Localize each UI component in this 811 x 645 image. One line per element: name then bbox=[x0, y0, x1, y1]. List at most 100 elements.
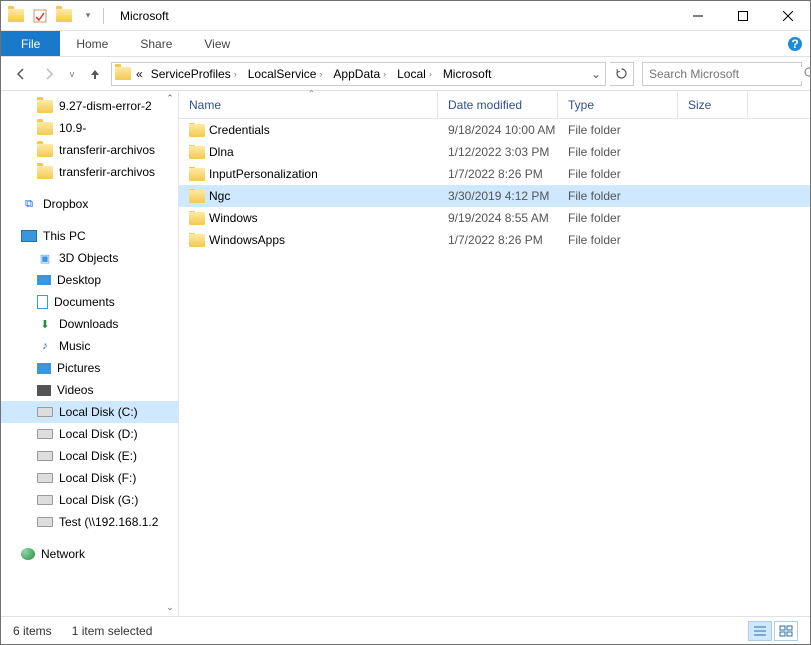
downloads-icon: ⬇ bbox=[37, 317, 53, 331]
tree-item[interactable]: Videos bbox=[1, 379, 178, 401]
titlebar: ▾ Microsoft bbox=[1, 1, 810, 31]
documents-icon bbox=[37, 295, 48, 309]
tree-item[interactable]: Desktop bbox=[1, 269, 178, 291]
forward-button[interactable] bbox=[37, 62, 61, 86]
file-name: Dlna bbox=[209, 145, 234, 159]
tree-item[interactable]: transferir-archivos bbox=[1, 139, 178, 161]
file-name: Credentials bbox=[209, 123, 270, 137]
pc-icon bbox=[21, 230, 37, 242]
tree-item[interactable]: ⧉ Dropbox bbox=[1, 193, 178, 215]
close-button[interactable] bbox=[765, 1, 810, 31]
qat-dropdown-icon[interactable]: ▾ bbox=[77, 5, 99, 27]
sort-indicator-icon: ⌃ bbox=[308, 89, 315, 98]
folder-icon bbox=[37, 100, 53, 113]
tree-item[interactable]: Local Disk (D:) bbox=[1, 423, 178, 445]
tree-item[interactable]: Local Disk (E:) bbox=[1, 445, 178, 467]
file-name: Ngc bbox=[209, 189, 230, 203]
col-date[interactable]: Date modified bbox=[438, 91, 558, 118]
breadcrumb-item[interactable]: ServiceProfiles› bbox=[145, 63, 242, 85]
file-row[interactable]: Ngc3/30/2019 4:12 PMFile folder bbox=[179, 185, 810, 207]
file-date: 3/30/2019 4:12 PM bbox=[438, 189, 558, 203]
address-bar[interactable]: « ServiceProfiles› LocalService› AppData… bbox=[111, 62, 606, 86]
folder-icon bbox=[37, 166, 53, 179]
tab-share[interactable]: Share bbox=[124, 31, 188, 56]
tree-item[interactable]: transferir-archivos bbox=[1, 161, 178, 183]
back-button[interactable] bbox=[9, 62, 33, 86]
tree-item[interactable]: Local Disk (C:) bbox=[1, 401, 178, 423]
tab-view[interactable]: View bbox=[188, 31, 246, 56]
tree-item[interactable]: Test (\\192.168.1.2 bbox=[1, 511, 178, 533]
qat-properties-icon[interactable] bbox=[29, 5, 51, 27]
qat-newfolder-icon[interactable] bbox=[53, 5, 75, 27]
file-name: WindowsApps bbox=[209, 233, 285, 247]
tree-label: This PC bbox=[43, 229, 86, 243]
search-box[interactable] bbox=[642, 62, 802, 86]
tree-item[interactable]: This PC bbox=[1, 225, 178, 247]
minimize-button[interactable] bbox=[675, 1, 720, 31]
tree-item[interactable]: Local Disk (F:) bbox=[1, 467, 178, 489]
file-row[interactable]: Dlna 1/12/2022 3:03 PMFile folder bbox=[179, 141, 810, 163]
address-folder-icon bbox=[112, 67, 134, 80]
svg-text:?: ? bbox=[791, 37, 798, 51]
col-name[interactable]: Name⌃ bbox=[179, 91, 438, 118]
file-date: 1/12/2022 3:03 PM bbox=[438, 145, 558, 159]
breadcrumb-item[interactable]: Microsoft bbox=[437, 63, 494, 85]
tab-file[interactable]: File bbox=[1, 31, 60, 56]
tree-item[interactable]: ▣3D Objects bbox=[1, 247, 178, 269]
breadcrumb-overflow[interactable]: « bbox=[134, 63, 145, 85]
tree-label: Videos bbox=[57, 383, 93, 397]
help-icon[interactable]: ? bbox=[780, 31, 810, 56]
folder-icon bbox=[189, 212, 205, 225]
tree-item[interactable]: Documents bbox=[1, 291, 178, 313]
address-dropdown-icon[interactable]: ⌄ bbox=[587, 67, 605, 81]
tree-label: Dropbox bbox=[43, 197, 88, 211]
col-size[interactable]: Size bbox=[678, 91, 748, 118]
tree-item[interactable]: Pictures bbox=[1, 357, 178, 379]
tree-item[interactable]: ♪Music bbox=[1, 335, 178, 357]
breadcrumb-item[interactable]: LocalService› bbox=[242, 63, 328, 85]
disk-icon bbox=[37, 517, 53, 527]
breadcrumb-item[interactable]: Local› bbox=[391, 63, 437, 85]
refresh-button[interactable] bbox=[610, 62, 634, 86]
file-date: 1/7/2022 8:26 PM bbox=[438, 233, 558, 247]
tree-label: Local Disk (G:) bbox=[59, 493, 138, 507]
3dobjects-icon: ▣ bbox=[37, 251, 53, 265]
tree-item[interactable]: 10.9- bbox=[1, 117, 178, 139]
file-name: InputPersonalization bbox=[209, 167, 318, 181]
file-row[interactable]: Windows9/19/2024 8:55 AMFile folder bbox=[179, 207, 810, 229]
tree-label: Downloads bbox=[59, 317, 118, 331]
file-type: File folder bbox=[558, 167, 678, 181]
tab-home[interactable]: Home bbox=[60, 31, 124, 56]
dropbox-icon: ⧉ bbox=[21, 197, 37, 211]
tree-item[interactable]: ⬇ Downloads bbox=[1, 313, 178, 335]
nav-tree[interactable]: 9.27-dism-error-210.9-transferir-archivo… bbox=[1, 91, 179, 616]
tree-label: transferir-archivos bbox=[59, 165, 155, 179]
tree-item[interactable]: 9.27-dism-error-2 bbox=[1, 95, 178, 117]
videos-icon bbox=[37, 385, 51, 396]
recent-dropdown[interactable]: v bbox=[65, 62, 79, 86]
tree-item[interactable]: Network bbox=[1, 543, 178, 565]
desktop-icon bbox=[37, 275, 51, 285]
tree-label: 9.27-dism-error-2 bbox=[59, 99, 152, 113]
view-details-button[interactable] bbox=[748, 621, 772, 641]
file-type: File folder bbox=[558, 145, 678, 159]
network-icon bbox=[21, 548, 35, 560]
qat-folder-icon[interactable] bbox=[5, 5, 27, 27]
file-row[interactable]: Credentials9/18/2024 10:00 AMFile folder bbox=[179, 119, 810, 141]
file-row[interactable]: WindowsApps1/7/2022 8:26 PMFile folder bbox=[179, 229, 810, 251]
up-button[interactable] bbox=[83, 62, 107, 86]
file-list[interactable]: Credentials9/18/2024 10:00 AMFile folder… bbox=[179, 119, 810, 616]
maximize-button[interactable] bbox=[720, 1, 765, 31]
tree-item[interactable]: Local Disk (G:) bbox=[1, 489, 178, 511]
tree-label: Local Disk (D:) bbox=[59, 427, 138, 441]
disk-icon bbox=[37, 495, 53, 505]
folder-icon bbox=[189, 146, 205, 159]
col-type[interactable]: Type bbox=[558, 91, 678, 118]
breadcrumb-item[interactable]: AppData› bbox=[327, 63, 391, 85]
search-input[interactable] bbox=[649, 67, 804, 81]
status-bar: 6 items 1 item selected bbox=[1, 616, 810, 644]
file-row[interactable]: InputPersonalization1/7/2022 8:26 PMFile… bbox=[179, 163, 810, 185]
column-headers: Name⌃ Date modified Type Size bbox=[179, 91, 810, 119]
folder-icon bbox=[189, 124, 205, 137]
view-large-button[interactable] bbox=[774, 621, 798, 641]
